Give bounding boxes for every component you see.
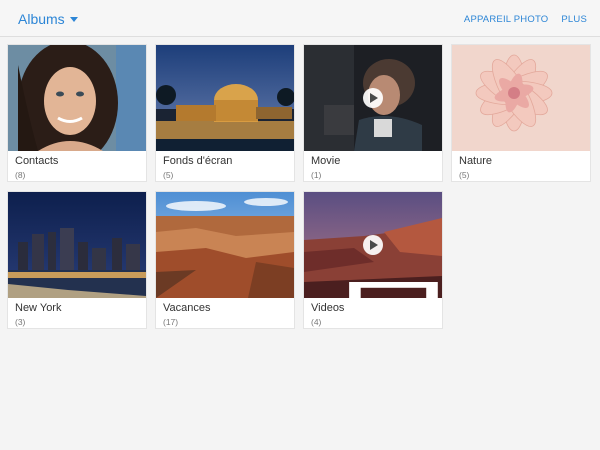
album-thumbnail xyxy=(452,45,590,151)
play-icon xyxy=(363,235,383,255)
album-name: Nature xyxy=(459,155,493,167)
album-name: New York xyxy=(15,302,62,314)
album-thumbnail xyxy=(304,45,442,151)
camera-button[interactable]: APPAREIL PHOTO xyxy=(464,14,548,25)
play-icon xyxy=(363,88,383,108)
album-selector-dropdown[interactable]: Albums xyxy=(18,11,78,27)
album-selector-label: Albums xyxy=(18,11,65,27)
album-count: (1) xyxy=(311,170,322,180)
album-thumbnail xyxy=(156,192,294,298)
album-count: (17) xyxy=(163,317,179,327)
album-card-new-york[interactable]: New York (3) xyxy=(7,191,147,329)
album-count: (3) xyxy=(15,317,26,327)
album-card-movie[interactable]: Movie (1) xyxy=(303,44,443,182)
album-card-nature[interactable]: Nature (5) xyxy=(451,44,591,182)
album-thumbnail xyxy=(8,45,146,151)
album-card-videos[interactable]: Videos (4) xyxy=(303,191,443,329)
album-count: (4) xyxy=(311,317,322,327)
more-button[interactable]: PLUS xyxy=(561,14,587,25)
chevron-down-icon xyxy=(69,17,78,22)
album-card-fonds-d-ecran[interactable]: Fonds d'écran (5) xyxy=(155,44,295,182)
album-name: Movie xyxy=(311,155,341,167)
album-count: (8) xyxy=(15,170,26,180)
album-count: (5) xyxy=(459,170,470,180)
album-card-contacts[interactable]: Contacts (8) xyxy=(7,44,147,182)
album-thumbnail xyxy=(8,192,146,298)
album-thumbnail xyxy=(304,192,442,298)
app-bar: Albums APPAREIL PHOTO PLUS xyxy=(0,0,600,37)
album-card-vacances[interactable]: Vacances (17) xyxy=(155,191,295,329)
album-name: Fonds d'écran xyxy=(163,155,233,167)
album-name: Vacances xyxy=(163,302,211,314)
album-count: (5) xyxy=(163,170,174,180)
video-album-icon xyxy=(349,282,438,298)
action-bar: APPAREIL PHOTO PLUS xyxy=(464,14,587,25)
album-name: Contacts xyxy=(15,155,59,167)
album-thumbnail xyxy=(156,45,294,151)
album-name: Videos xyxy=(311,302,345,314)
